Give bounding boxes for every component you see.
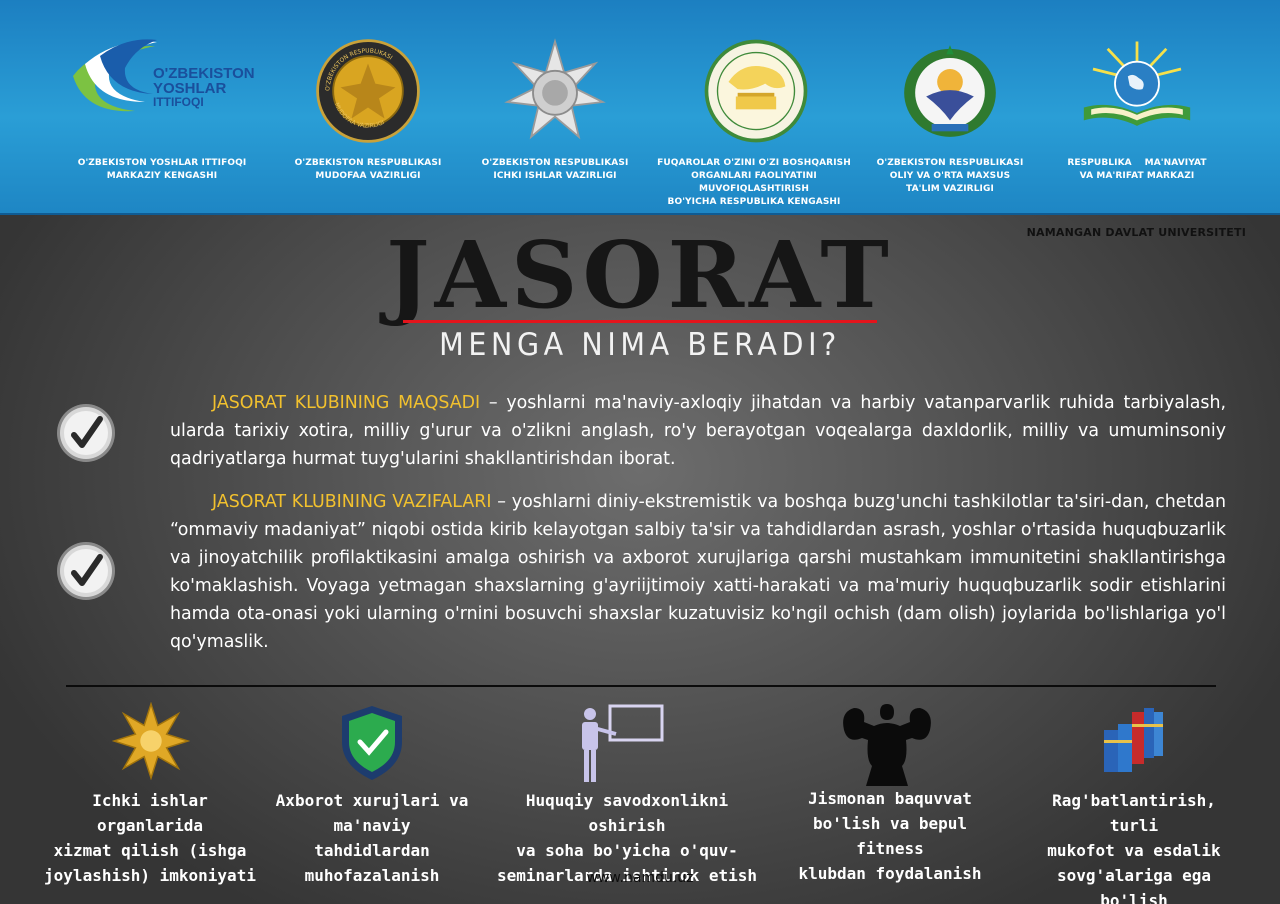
org-fuqarolar-kengashi: FUQAROLAR O'ZINI O'ZI BOSHQARISH ORGANLA… [656,0,856,213]
checkmark-icon [57,404,115,462]
org-ichki-ishlar: O'ZBEKISTON RESPUBLIKASI ICHKI ISHLAR VA… [455,0,655,213]
section-maqsad: JASORAT KLUBINING MAQSADI – yoshlarni ma… [170,389,1226,473]
checkmark-icon [57,542,115,600]
website-link[interactable]: www.namdu.uz [0,870,1280,886]
title-underline [403,320,877,323]
state-coat-of-arms [904,45,996,137]
header-band: O'ZBEKISTON YOSHLAR ITTIFOQI O'ZBEKISTON… [0,0,1280,215]
mudofaa-emblem: O'ZBEKISTON RESPUBLIKASI MUDOFAA VAZIRLI… [316,39,420,143]
yoshlar-ittifoqi-logo: O'ZBEKISTON YOSHLAR ITTIFOQI [73,39,255,112]
fuqarolar-kengashi-emblem [704,39,808,143]
feature-label: Rag'batlantirish, turli mukofot va esdali… [1047,791,1221,904]
teacher-board-icon [582,704,664,782]
section-vazifalar: JASORAT KLUBINING VAZIFALARI – yoshlarni… [170,488,1226,656]
section-text: – yoshlarni diniy-ekstremistik va boshqa… [170,492,1226,652]
books-icon [1104,708,1163,772]
org-caption: O'ZBEKISTON RESPUBLIKASI ICHKI ISHLAR VA… [481,158,629,181]
manaviyat-book-globe-emblem [1083,41,1191,126]
org-caption: O'ZBEKISTON RESPUBLIKASI MUDOFAA VAZIRLI… [294,158,442,181]
page-subtitle: MENGA NIMA BERADI? [439,327,841,363]
org-caption: FUQAROLAR O'ZINI O'ZI BOSHQARISH ORGANLA… [657,158,851,207]
ichki-ishlar-star-emblem [504,38,606,140]
divider [66,685,1216,687]
org-manaviyat: RESPUBLIKA MA'NAVIYAT VA MA'RIFAT MARKAZ… [1037,0,1237,213]
bodybuilder-icon [843,704,931,786]
page-title: JASORAT [386,221,894,329]
svg-text:ITTIFOQI: ITTIFOQI [153,95,204,109]
gold-star-icon [112,702,190,780]
org-caption: O'ZBEKISTON RESPUBLIKASI OLIY VA O'RTA M… [876,158,1024,194]
org-mudofaa: O'ZBEKISTON RESPUBLIKASI MUDOFAA VAZIRLI… [268,0,468,213]
section-heading: JASORAT KLUBINING MAQSADI [212,393,481,413]
section-heading: JASORAT KLUBINING VAZIFALARI [212,492,492,512]
org-oliy-talim: O'ZBEKISTON RESPUBLIKASI OLIY VA O'RTA M… [850,0,1050,213]
org-caption: RESPUBLIKA MA'NAVIYAT VA MA'RIFAT MARKAZ… [1067,158,1207,181]
org-yoshlar-ittifoqi: O'ZBEKISTON YOSHLAR ITTIFOQI O'ZBEKISTON… [64,0,264,213]
shield-check-icon [342,706,402,780]
poster: O'ZBEKISTON YOSHLAR ITTIFOQI O'ZBEKISTON… [0,0,1280,904]
org-caption: O'ZBEKISTON YOSHLAR ITTIFOQI MARKAZIY KE… [77,158,247,181]
